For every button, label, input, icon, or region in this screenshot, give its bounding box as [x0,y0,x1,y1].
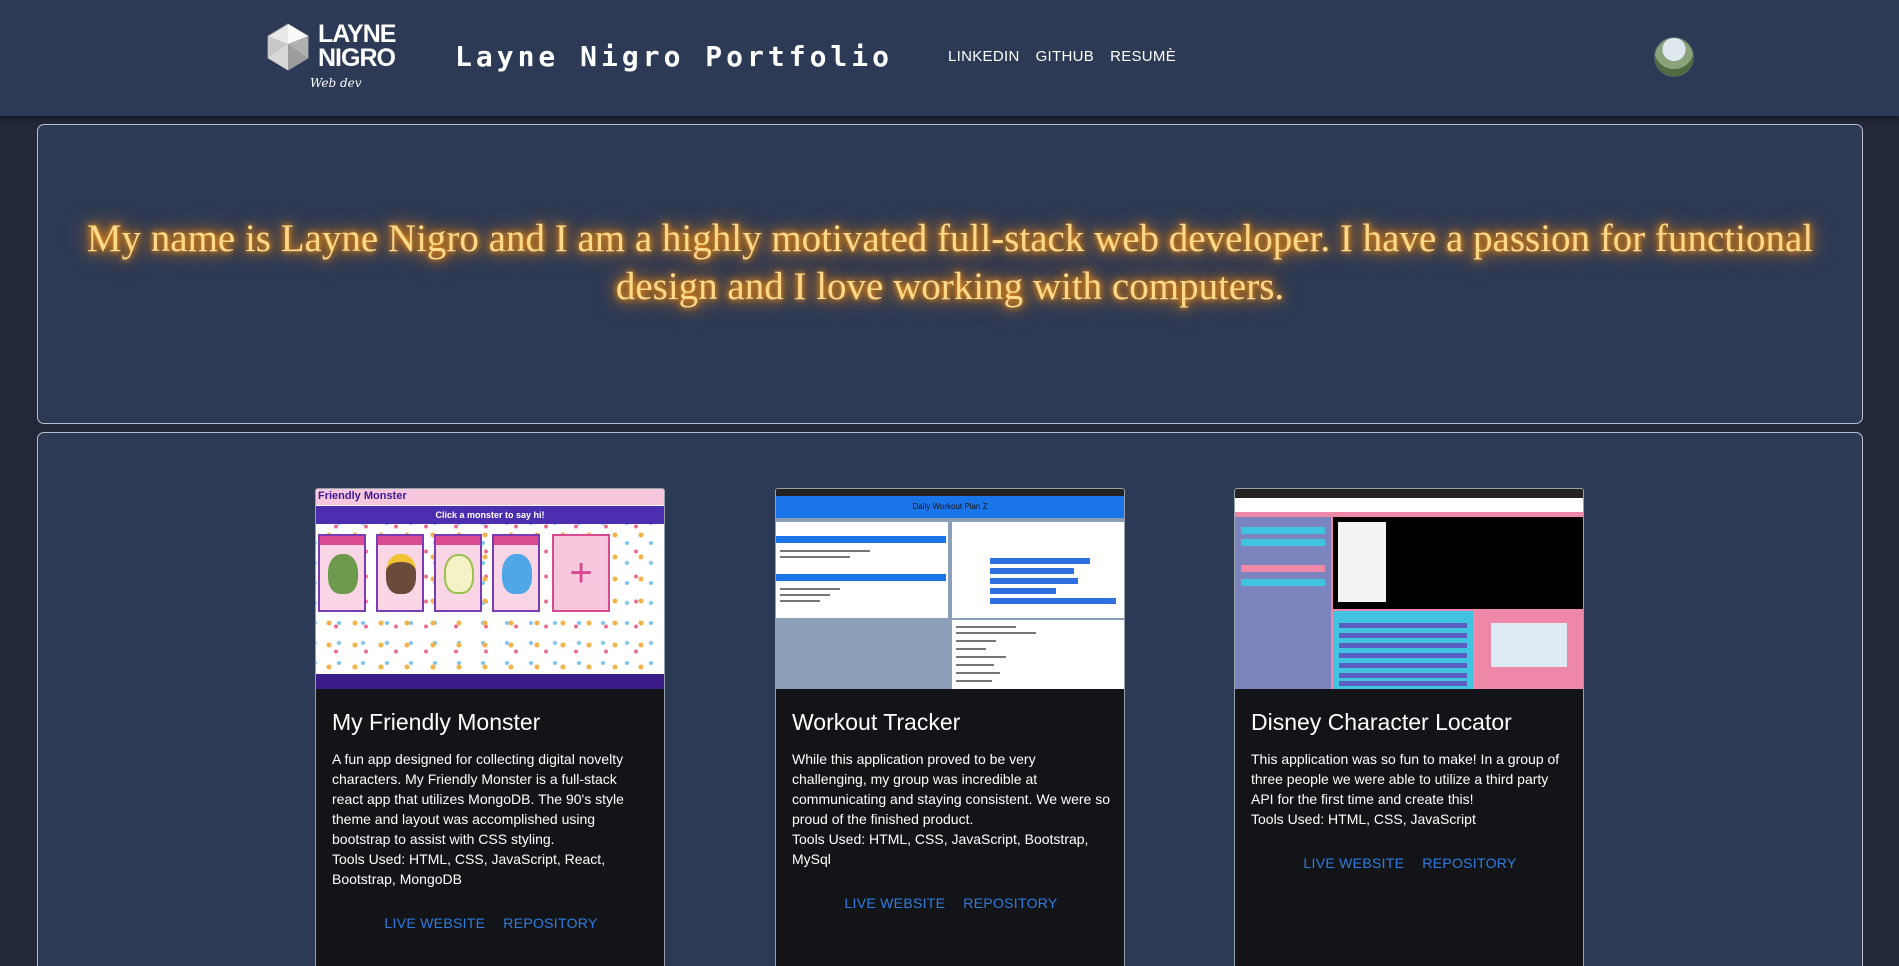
top-navbar: LAYNE NIGRO Web dev Layne Nigro Portfoli… [0,0,1899,116]
nav-link-github[interactable]: GITHUB [1036,48,1094,65]
live-website-link[interactable]: LIVE WEBSITE [1303,855,1404,871]
project-title: Workout Tracker [792,709,961,735]
nav-link-linkedin[interactable]: LINKEDIN [948,48,1020,65]
character-image [1338,522,1386,602]
project-screenshot: Friendly Monster Click a monster to say … [316,489,664,689]
monster-card [434,534,482,612]
project-title: Disney Character Locator [1251,709,1512,735]
thumb-chart [952,522,1124,618]
project-tools: Tools Used: HTML, CSS, JavaScript, Boots… [792,831,1089,867]
main-nav: LINKEDIN GITHUB RESUMÈ [948,48,1176,65]
project-card-workout-tracker: Daily Workout Plan Z Workout Tracker Whi… [775,488,1125,966]
logo-tagline: Web dev [310,76,362,90]
project-card-friendly-monster: Friendly Monster Click a monster to say … [315,488,665,966]
logo-wordmark: LAYNE NIGRO [318,20,396,72]
repository-link[interactable]: REPOSITORY [963,895,1057,911]
monster-card [318,534,366,612]
thumb-title: Daily Workout Plan Z [776,496,1124,518]
project-card-disney-character-locator: Disney Character Locator This applicatio… [1234,488,1584,966]
project-description: While this application proved to be very… [792,749,1110,869]
avatar[interactable] [1654,37,1694,77]
live-website-link[interactable]: LIVE WEBSITE [384,915,485,931]
thumb-subtitle: Click a monster to say hi! [316,506,664,524]
intro-panel: My name is Layne Nigro and I am a highly… [37,124,1863,424]
monster-card [492,534,540,612]
project-description-text: This application was so fun to make! In … [1251,751,1560,807]
project-title: My Friendly Monster [332,709,541,735]
repository-link[interactable]: REPOSITORY [503,915,597,931]
thumb-title: Friendly Monster [318,490,407,502]
polyhedron-logo-icon [267,23,309,71]
site-title[interactable]: Layne Nigro Portfolio [455,40,893,73]
project-tools: Tools Used: HTML, CSS, JavaScript [1251,811,1476,827]
project-tools: Tools Used: HTML, CSS, JavaScript, React… [332,851,606,887]
logo-line-2: NIGRO [318,44,396,72]
intro-text: My name is Layne Nigro and I am a highly… [86,217,1814,308]
project-description: A fun app designed for collecting digita… [332,749,650,889]
project-description: This application was so fun to make! In … [1251,749,1569,829]
monster-card [376,534,424,612]
project-screenshot [1235,489,1583,689]
project-description-text: While this application proved to be very… [792,751,1111,827]
site-logo[interactable]: LAYNE NIGRO Web dev [266,22,396,94]
logo-line-1: LAYNE [318,20,396,48]
project-screenshot: Daily Workout Plan Z [776,489,1124,689]
live-website-link[interactable]: LIVE WEBSITE [844,895,945,911]
nav-link-resume[interactable]: RESUMÈ [1110,48,1176,65]
add-monster-icon: + [552,534,610,612]
repository-link[interactable]: REPOSITORY [1422,855,1516,871]
project-description-text: A fun app designed for collecting digita… [332,751,624,847]
